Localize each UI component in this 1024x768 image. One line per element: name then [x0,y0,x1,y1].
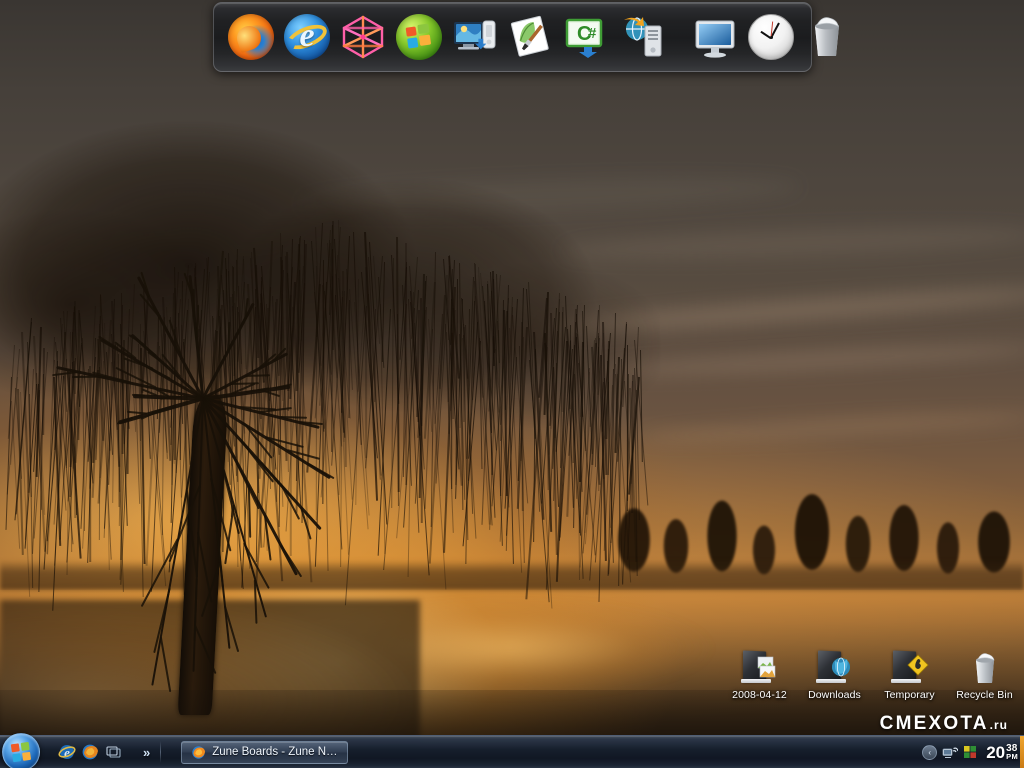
system-tray: ‹ 20 38 PM [922,736,1024,768]
desktop-icon-recycle-bin[interactable]: Recycle Bin [947,648,1022,718]
analog-clock-icon [748,14,794,60]
web-server-icon [620,14,666,60]
start-button[interactable] [2,733,40,768]
task-button-label: Zune Boards - Zune N… [212,746,337,758]
wireframe-cube-icon [340,14,386,60]
dock-item-clock[interactable] [744,10,798,64]
clock[interactable]: 20 38 PM [986,744,1018,761]
windows-orb-icon [396,14,442,60]
pictures-folder-icon [739,648,781,686]
dock-utility-items [688,10,854,64]
desktop-icon-downloads[interactable]: Downloads [797,648,872,718]
windows-security-icon[interactable] [963,745,977,760]
csharp-icon: C # [564,14,610,60]
internet-explorer-icon [284,14,330,60]
paint-icon [508,14,554,60]
network-icon[interactable] [942,745,958,760]
watermark-main: CMEXOTA [880,713,989,735]
monitor-icon [692,14,738,60]
dock-item-trash[interactable] [800,10,854,64]
quick-launch-firefox[interactable] [81,743,99,761]
dock-item-zune[interactable] [336,10,390,64]
task-button-list: Zune Boards - Zune N… [181,741,347,764]
dock-item-internet-explorer[interactable] [280,10,334,64]
clock-hours: 20 [986,744,1005,761]
dock-item-csharp[interactable]: C # [560,10,614,64]
windows-start-orb [11,742,32,763]
dock-app-items: C # [224,10,670,64]
dock-item-windows[interactable] [392,10,446,64]
clock-period: PM [1006,753,1018,761]
quick-launch-internet-explorer[interactable]: e [58,743,76,761]
taskbar-divider [160,741,161,763]
quick-launch-overflow-chevron[interactable]: » [143,745,150,760]
dock-item-media-center[interactable] [448,10,502,64]
temporary-folder-icon [889,648,931,686]
firefox-icon [228,14,274,60]
desktop-icon-label: Temporary [884,689,935,701]
desktop-icon-label: Recycle Bin [956,689,1013,701]
tree-twigs [0,95,660,715]
taskbar-right-edge [1020,736,1024,768]
dock[interactable]: C # [213,2,812,72]
desktop-icon-label: 2008-04-12 [732,689,787,701]
firefox-icon [191,745,206,760]
desktop-icon-2008-04-12[interactable]: 2008-04-12 [722,648,797,718]
dock-item-web-server[interactable] [616,10,670,64]
watermark-suffix: .ru [990,718,1008,732]
willow-tree [0,95,660,715]
quick-launch-flip-3d[interactable] [104,743,122,761]
taskbar[interactable]: e » Zune Boards [0,735,1024,768]
desktop-icon-group: 2008-04-12 Downloads [722,648,1022,718]
desktop-icon-temporary[interactable]: Temporary [872,648,947,718]
dock-item-paint[interactable] [504,10,558,64]
trash-can-icon [804,14,850,60]
dock-item-firefox[interactable] [224,10,278,64]
task-button-zune-boards[interactable]: Zune Boards - Zune N… [181,741,347,764]
dock-item-show-desktop[interactable] [688,10,742,64]
desktop-icon-label: Downloads [808,689,861,701]
quick-launch-bar: e » [58,743,150,761]
watermark: CMEXOTA .ru [880,713,1008,735]
desktop[interactable]: C # [0,0,1024,768]
svg-text:#: # [588,25,597,42]
clock-center-dot [770,36,773,39]
media-center-icon [452,14,498,60]
recycle-bin-icon [964,648,1006,686]
downloads-folder-icon [814,648,856,686]
tray-expand-chevron[interactable]: ‹ [922,745,937,760]
